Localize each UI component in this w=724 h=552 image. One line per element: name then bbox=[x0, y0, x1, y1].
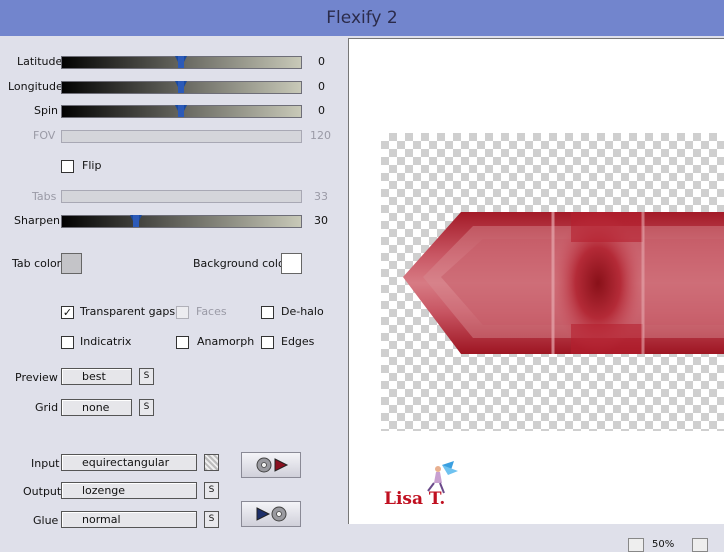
output-label: Output bbox=[23, 485, 62, 498]
preview-select[interactable]: best bbox=[61, 368, 132, 385]
longitude-label: Longitude bbox=[8, 80, 63, 93]
fov-label: FOV bbox=[33, 129, 56, 142]
tabs-label: Tabs bbox=[32, 190, 57, 203]
glue-label: Glue bbox=[33, 514, 59, 527]
spin-label: Spin bbox=[34, 104, 58, 117]
grid-s-button[interactable]: S bbox=[139, 399, 154, 416]
input-pattern-button[interactable] bbox=[204, 454, 219, 471]
sharpen-slider-thumb[interactable] bbox=[130, 215, 142, 227]
disc-play-icon bbox=[256, 457, 289, 473]
edges-checkbox[interactable] bbox=[261, 336, 274, 349]
dehalo-checkbox[interactable] bbox=[261, 306, 274, 319]
sharpen-slider[interactable] bbox=[61, 215, 302, 228]
glue-s-button[interactable]: S bbox=[204, 511, 219, 528]
play-disc-icon bbox=[256, 506, 287, 522]
fov-value: 120 bbox=[310, 129, 331, 142]
title-bar: Flexify 2 bbox=[0, 0, 724, 36]
anamorph-checkbox[interactable] bbox=[176, 336, 189, 349]
output-s-button[interactable]: S bbox=[204, 482, 219, 499]
longitude-slider[interactable] bbox=[61, 81, 302, 94]
transparent-gaps-label: Transparent gaps bbox=[80, 305, 176, 318]
tab-color-swatch[interactable] bbox=[61, 253, 82, 274]
faces-checkbox bbox=[176, 306, 189, 319]
flip-label: Flip bbox=[82, 159, 102, 172]
convert-backward-button[interactable] bbox=[241, 501, 301, 527]
spin-value: 0 bbox=[318, 104, 325, 117]
preview-canvas[interactable]: Lisa T. bbox=[348, 38, 724, 524]
grid-label: Grid bbox=[35, 401, 59, 414]
input-label: Input bbox=[31, 457, 60, 470]
lozenge-shape-preview bbox=[403, 212, 724, 354]
latitude-slider-thumb[interactable] bbox=[175, 56, 187, 68]
zoom-level: 50% bbox=[652, 539, 675, 550]
preview-s-button[interactable]: S bbox=[139, 368, 154, 385]
spin-slider[interactable] bbox=[61, 105, 302, 118]
glue-select[interactable]: normal bbox=[61, 511, 197, 528]
spin-slider-thumb[interactable] bbox=[175, 105, 187, 117]
tabs-value: 33 bbox=[314, 190, 328, 203]
fov-slider bbox=[61, 130, 302, 143]
tab-color-label: Tab color bbox=[12, 257, 62, 270]
flip-checkbox[interactable] bbox=[61, 160, 74, 173]
convert-forward-button[interactable] bbox=[241, 452, 301, 478]
preview-label: Preview bbox=[15, 371, 58, 384]
latitude-label: Latitude bbox=[17, 55, 63, 68]
transparent-gaps-checkbox[interactable]: ✓ bbox=[61, 306, 74, 319]
fairy-logo-icon bbox=[427, 461, 458, 494]
longitude-value: 0 bbox=[318, 80, 325, 93]
input-select[interactable]: equirectangular bbox=[61, 454, 197, 471]
settings-panel: Latitude 0 Longitude 0 Spin 0 FOV 120 Fl… bbox=[0, 36, 346, 548]
sharpen-value: 30 bbox=[314, 214, 328, 227]
preview-toolbar: 50% bbox=[346, 524, 724, 552]
indicatrix-checkbox[interactable] bbox=[61, 336, 74, 349]
edges-label: Edges bbox=[281, 335, 315, 348]
zoom-out-button[interactable] bbox=[628, 538, 644, 552]
background-color-swatch[interactable] bbox=[281, 253, 302, 274]
latitude-slider[interactable] bbox=[61, 56, 302, 69]
dehalo-label: De-halo bbox=[281, 305, 324, 318]
anamorph-label: Anamorph bbox=[197, 335, 255, 348]
zoom-in-button[interactable] bbox=[692, 538, 708, 552]
tabs-slider bbox=[61, 190, 302, 203]
sharpen-label: Sharpen bbox=[14, 214, 60, 227]
grid-select[interactable]: none bbox=[61, 399, 132, 416]
longitude-slider-thumb[interactable] bbox=[175, 81, 187, 93]
output-select[interactable]: lozenge bbox=[61, 482, 197, 499]
indicatrix-label: Indicatrix bbox=[80, 335, 132, 348]
latitude-value: 0 bbox=[318, 55, 325, 68]
background-color-label: Background color bbox=[193, 257, 290, 270]
window-title: Flexify 2 bbox=[326, 8, 398, 28]
faces-label: Faces bbox=[196, 305, 227, 318]
